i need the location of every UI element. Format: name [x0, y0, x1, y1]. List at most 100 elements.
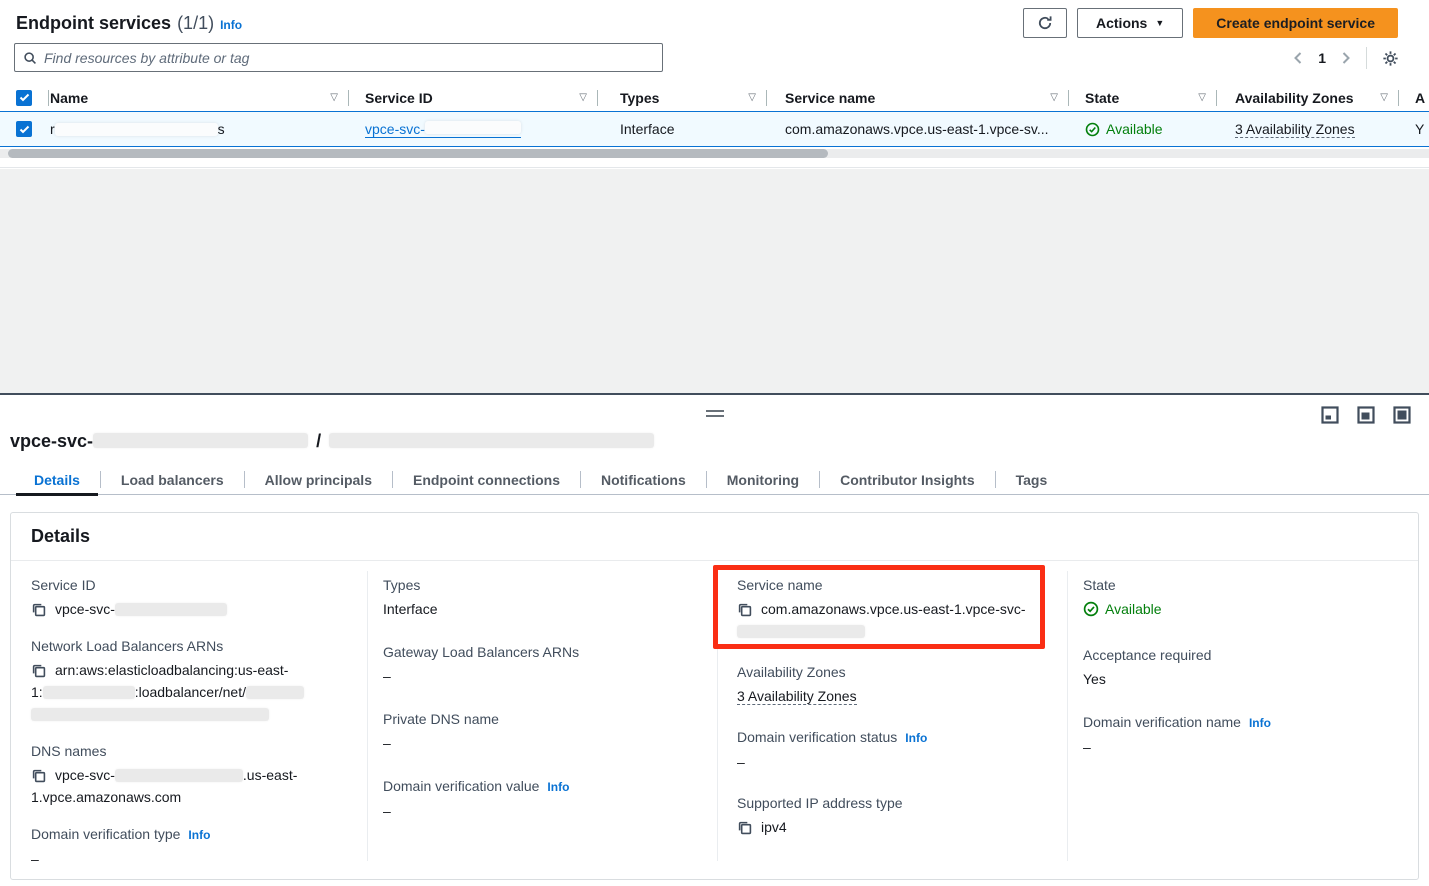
- column-divider: [1068, 90, 1069, 106]
- field-domain-verification-type: Domain verification type Info –: [31, 824, 361, 870]
- field-value: vpce-svc-.us-east-: [55, 764, 297, 786]
- page-header: Endpoint services (1/1) Info Actions ▼: [16, 6, 1398, 40]
- row-state-text: Available: [1106, 121, 1163, 137]
- field-value-line2: [737, 620, 1055, 642]
- tab-bar: Details Load balancers Allow principals …: [0, 465, 1429, 495]
- split-panel: vpce-svc-/ Details Load balancers Allow …: [0, 393, 1429, 886]
- availability-zones-link[interactable]: 3 Availability Zones: [1235, 121, 1355, 138]
- create-endpoint-service-button[interactable]: Create endpoint service: [1193, 8, 1398, 38]
- previous-page-button[interactable]: [1292, 51, 1304, 65]
- field-value-line3: [31, 703, 361, 725]
- field-label: Network Load Balancers ARNs: [31, 636, 223, 656]
- tab-details[interactable]: Details: [14, 465, 100, 494]
- field-label: Domain verification type: [31, 824, 180, 844]
- info-link[interactable]: Info: [905, 728, 927, 748]
- field-value: –: [383, 800, 703, 822]
- copy-icon[interactable]: [31, 601, 47, 617]
- info-link[interactable]: Info: [1249, 713, 1271, 733]
- page-info-link[interactable]: Info: [220, 18, 242, 32]
- field-value: –: [31, 848, 361, 870]
- column-divider: [48, 90, 49, 106]
- field-value: –: [1083, 736, 1413, 758]
- column-header-service-id: Service ID: [365, 90, 433, 106]
- sort-icon[interactable]: ▽: [579, 93, 587, 103]
- redacted-text: [43, 686, 135, 699]
- field-label: Private DNS name: [383, 709, 499, 729]
- row-state: Available: [1085, 121, 1163, 137]
- row-service-name-cell: com.amazonaws.vpce.us-east-1.vpce-sv...: [766, 112, 1068, 146]
- actions-button-label: Actions: [1096, 15, 1147, 31]
- sort-icon[interactable]: ▽: [1198, 93, 1206, 103]
- field-acceptance-required: Acceptance required Yes: [1083, 645, 1413, 690]
- tab-allow-principals[interactable]: Allow principals: [245, 465, 392, 494]
- field-nlb-arns: Network Load Balancers ARNs arn:aws:elas…: [31, 636, 361, 725]
- split-panel-title: vpce-svc-/: [10, 431, 654, 452]
- service-id-link[interactable]: vpce-svc-: [365, 121, 521, 138]
- pagination-divider: [1366, 47, 1367, 69]
- details-column-1: Service ID vpce-svc- Network Load Balanc…: [31, 575, 361, 886]
- details-column-3: Service name com.amazonaws.vpce.us-east-…: [737, 575, 1055, 854]
- table-preferences-button[interactable]: [1381, 49, 1400, 68]
- field-value-line2: 1.vpce.amazonaws.com: [31, 786, 361, 808]
- resource-count: (1/1): [177, 13, 214, 34]
- tab-load-balancers[interactable]: Load balancers: [101, 465, 244, 494]
- redacted-text: [329, 433, 654, 448]
- redacted-text: [31, 708, 269, 721]
- next-page-button[interactable]: [1340, 51, 1352, 65]
- tab-notifications[interactable]: Notifications: [581, 465, 706, 494]
- column-divider: [717, 571, 718, 861]
- field-gateway-lb-arns: Gateway Load Balancers ARNs –: [383, 642, 703, 687]
- panel-size-small-icon: [1321, 406, 1341, 424]
- field-label: Service name: [737, 575, 823, 595]
- horizontal-scrollbar-thumb[interactable]: [8, 149, 828, 158]
- search-input[interactable]: [44, 50, 654, 66]
- table-row[interactable]: r s vpce-svc- Interface com.amazonaws.vp…: [0, 111, 1429, 147]
- details-column-2: Types Interface Gateway Load Balancers A…: [383, 575, 703, 838]
- column-header-name: Name: [50, 90, 88, 106]
- copy-icon[interactable]: [737, 819, 753, 835]
- copy-icon[interactable]: [31, 662, 47, 678]
- column-divider: [766, 90, 767, 106]
- refresh-button[interactable]: [1023, 8, 1067, 38]
- copy-icon[interactable]: [737, 601, 753, 617]
- actions-button[interactable]: Actions ▼: [1077, 8, 1183, 38]
- field-value: vpce-svc-: [55, 598, 227, 620]
- field-state: State Available: [1083, 575, 1413, 623]
- search-icon: [23, 51, 37, 65]
- details-column-4: State Available Acceptance required: [1083, 575, 1413, 774]
- sort-icon[interactable]: ▽: [1380, 93, 1388, 103]
- panel-size-medium-button[interactable]: [1357, 405, 1377, 425]
- info-link[interactable]: Info: [547, 777, 569, 797]
- availability-zones-link[interactable]: 3 Availability Zones: [737, 688, 857, 705]
- field-value-line2: 1::loadbalancer/net/: [31, 681, 361, 703]
- panel-size-small-button[interactable]: [1321, 405, 1341, 425]
- info-link[interactable]: Info: [188, 825, 210, 845]
- row-checkbox[interactable]: [16, 121, 32, 137]
- page-title: Endpoint services (1/1) Info: [16, 13, 242, 34]
- tab-contributor-insights[interactable]: Contributor Insights: [820, 465, 995, 494]
- field-supported-ip-type: Supported IP address type ipv4: [737, 793, 1055, 838]
- sort-icon[interactable]: ▽: [330, 93, 338, 103]
- chevron-right-icon: [1340, 51, 1352, 65]
- sort-icon[interactable]: ▽: [748, 93, 756, 103]
- refresh-icon: [1037, 15, 1053, 31]
- tab-endpoint-connections[interactable]: Endpoint connections: [393, 465, 580, 494]
- sort-icon[interactable]: ▽: [1050, 93, 1058, 103]
- field-value: Yes: [1083, 668, 1413, 690]
- endpoint-services-page: Endpoint services (1/1) Info Actions ▼: [0, 0, 1429, 886]
- details-card: Details Service ID vpce-svc-: [10, 512, 1419, 880]
- select-all-checkbox[interactable]: [16, 90, 32, 106]
- header-actions: Actions ▼ Create endpoint service: [1023, 8, 1398, 38]
- column-divider: [367, 571, 368, 861]
- table-section: Endpoint services (1/1) Info Actions ▼: [0, 0, 1429, 168]
- tab-tags[interactable]: Tags: [996, 465, 1068, 494]
- tab-monitoring[interactable]: Monitoring: [707, 465, 819, 494]
- current-page[interactable]: 1: [1318, 50, 1326, 66]
- split-panel-drag-handle[interactable]: [706, 410, 724, 417]
- panel-size-large-button[interactable]: [1393, 405, 1413, 425]
- pagination: 1: [1292, 45, 1400, 71]
- row-name-suffix: s: [218, 121, 225, 137]
- copy-icon[interactable]: [31, 767, 47, 783]
- column-header-state: State: [1085, 90, 1119, 106]
- field-types: Types Interface: [383, 575, 703, 620]
